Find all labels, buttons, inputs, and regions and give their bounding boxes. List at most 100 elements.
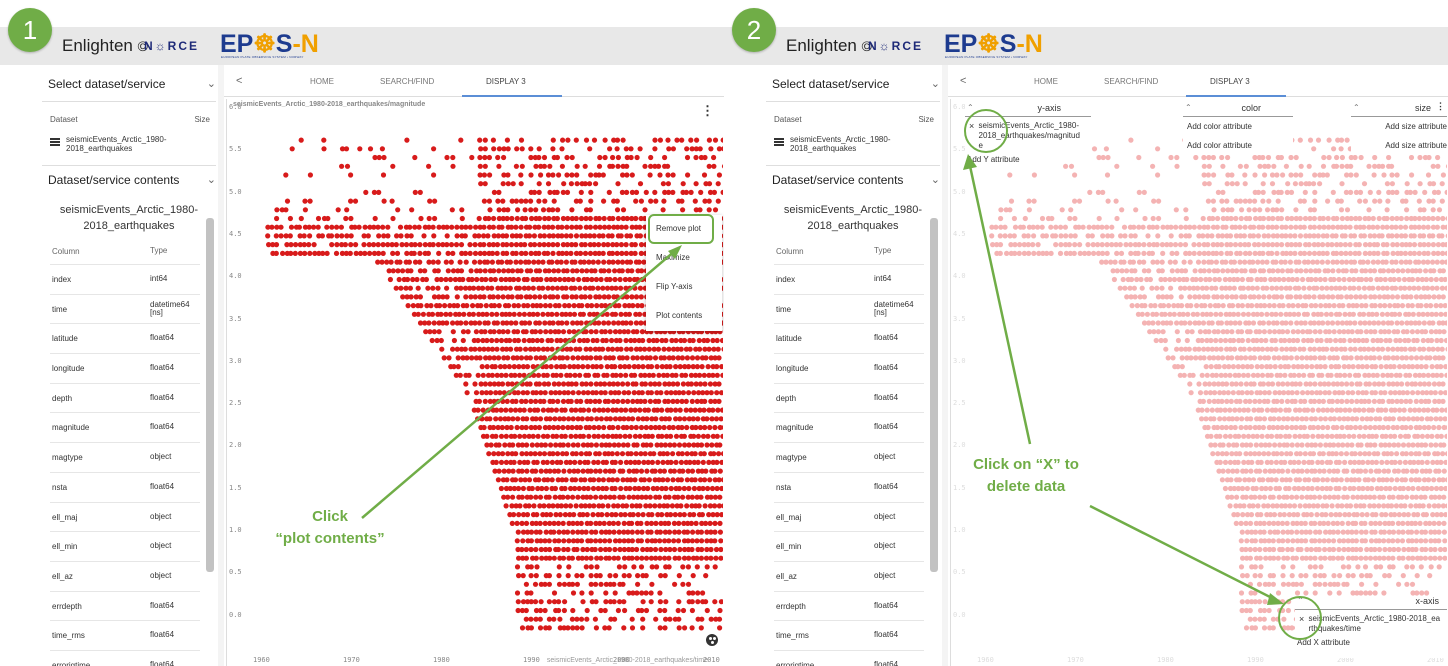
column-row[interactable]: time datetime64 [ns] (50, 295, 200, 325)
data-point (622, 512, 628, 518)
data-point (571, 337, 577, 344)
data-point (574, 573, 580, 579)
column-row[interactable]: ell_min object (774, 532, 924, 562)
data-point (605, 398, 611, 404)
data-point (550, 172, 556, 178)
data-point (1373, 459, 1379, 465)
data-point (516, 573, 522, 579)
back-tab[interactable]: < (960, 75, 966, 87)
data-point (1227, 407, 1233, 413)
palette-icon[interactable] (706, 634, 718, 646)
data-point (1362, 538, 1368, 544)
tab-search[interactable]: SEARCH/FIND (1104, 77, 1158, 86)
select-dataset-dropdown[interactable]: Select dataset/service ⌄ (48, 77, 216, 91)
data-point (526, 503, 532, 509)
column-row[interactable]: errdepth float64 (50, 592, 200, 622)
data-point (1364, 364, 1370, 370)
data-point (1273, 477, 1279, 483)
column-row[interactable]: depth float64 (774, 384, 924, 414)
column-row[interactable]: depth float64 (50, 384, 200, 414)
column-row[interactable]: ell_maj object (774, 503, 924, 533)
column-row[interactable]: nsta float64 (774, 473, 924, 503)
column-row[interactable]: magtype object (774, 443, 924, 473)
tab-home[interactable]: HOME (310, 77, 334, 86)
menu-flip-y-axis[interactable]: Flip Y-axis (646, 273, 722, 302)
column-row[interactable]: index int64 (774, 265, 924, 295)
data-point (581, 407, 587, 413)
dataset-contents-dropdown[interactable]: Dataset/service contents ⌄ (772, 173, 940, 187)
dataset-contents-dropdown[interactable]: Dataset/service contents ⌄ (48, 173, 216, 187)
data-point (1311, 294, 1317, 300)
data-point (400, 268, 406, 274)
data-point (1380, 372, 1386, 378)
column-row[interactable]: errorigtime float64 (50, 651, 200, 666)
column-row[interactable]: nsta float64 (50, 473, 200, 503)
data-point (661, 424, 667, 431)
column-row[interactable]: ell_az object (774, 562, 924, 592)
data-point (642, 451, 648, 457)
column-row[interactable]: magnitude float64 (50, 413, 200, 444)
column-row[interactable]: index int64 (50, 265, 200, 295)
column-row[interactable]: time datetime64 [ns] (774, 295, 924, 325)
data-point (1168, 294, 1174, 300)
data-point (1340, 442, 1346, 448)
sidebar-scrollbar[interactable] (206, 218, 214, 572)
data-point (652, 468, 658, 474)
scatter-plot[interactable]: 6.0 5.5 5.0 4.5 4.0 3.5 3.0 2.5 2.0 1.5 1.0 0.5 0.0 … (950, 99, 1447, 666)
data-point (578, 320, 584, 326)
data-point (343, 215, 349, 222)
data-point (460, 337, 466, 344)
data-point (1273, 459, 1279, 465)
column-row[interactable]: latitude float64 (50, 324, 200, 355)
column-row[interactable]: errdepth float64 (774, 592, 924, 622)
panel-splitter[interactable] (218, 65, 224, 666)
column-row[interactable]: time_rms float64 (50, 621, 200, 651)
data-point (620, 137, 626, 143)
data-point (1262, 303, 1268, 309)
sidebar-scrollbar[interactable] (930, 218, 938, 572)
column-row[interactable]: longitude float64 (774, 354, 924, 384)
data-point (409, 207, 415, 213)
data-point (1374, 372, 1380, 378)
column-row[interactable]: ell_maj object (50, 503, 200, 533)
data-point (549, 477, 555, 483)
data-point (498, 459, 505, 465)
data-point (649, 433, 655, 439)
data-point (1237, 320, 1243, 326)
data-point (615, 398, 621, 404)
data-point (1361, 285, 1367, 291)
column-row[interactable]: longitude float64 (50, 354, 200, 384)
column-row[interactable]: errorigtime float64 (774, 651, 924, 666)
data-point (627, 285, 633, 291)
tab-search[interactable]: SEARCH/FIND (380, 77, 434, 86)
tab-display[interactable]: DISPLAY 3 (1210, 77, 1250, 86)
data-point (1197, 390, 1204, 396)
menu-plot-contents[interactable]: Plot contents (646, 302, 722, 331)
data-point (1179, 355, 1185, 361)
column-row[interactable]: latitude float64 (774, 324, 924, 355)
data-point (511, 364, 517, 370)
column-row[interactable]: magnitude float64 (774, 413, 924, 444)
column-row[interactable]: ell_min object (50, 532, 200, 562)
column-row[interactable]: time_rms float64 (774, 621, 924, 651)
scatter-plot[interactable]: seismicEvents_Arctic_1980-2018_earthquak… (226, 99, 723, 666)
tab-display[interactable]: DISPLAY 3 (486, 77, 526, 86)
data-point (674, 398, 680, 404)
data-point (588, 468, 594, 474)
menu-maximize[interactable]: Maximize (646, 244, 722, 273)
epos-subtitle: EUROPEAN PLATE OBSERVING SYSTEM • NORWAY (221, 55, 304, 59)
more-options-icon[interactable]: ⋮ (701, 103, 714, 119)
data-point (579, 303, 585, 309)
data-point (490, 294, 496, 300)
data-point (648, 599, 654, 605)
panel-splitter[interactable] (942, 65, 948, 666)
data-point (591, 407, 598, 413)
back-tab[interactable]: < (236, 75, 242, 87)
data-point (1296, 485, 1302, 492)
data-point (612, 546, 618, 553)
data-point (1174, 346, 1180, 352)
tab-home[interactable]: HOME (1034, 77, 1058, 86)
select-dataset-dropdown[interactable]: Select dataset/service ⌄ (772, 77, 940, 91)
column-row[interactable]: magtype object (50, 443, 200, 473)
column-row[interactable]: ell_az object (50, 562, 200, 592)
